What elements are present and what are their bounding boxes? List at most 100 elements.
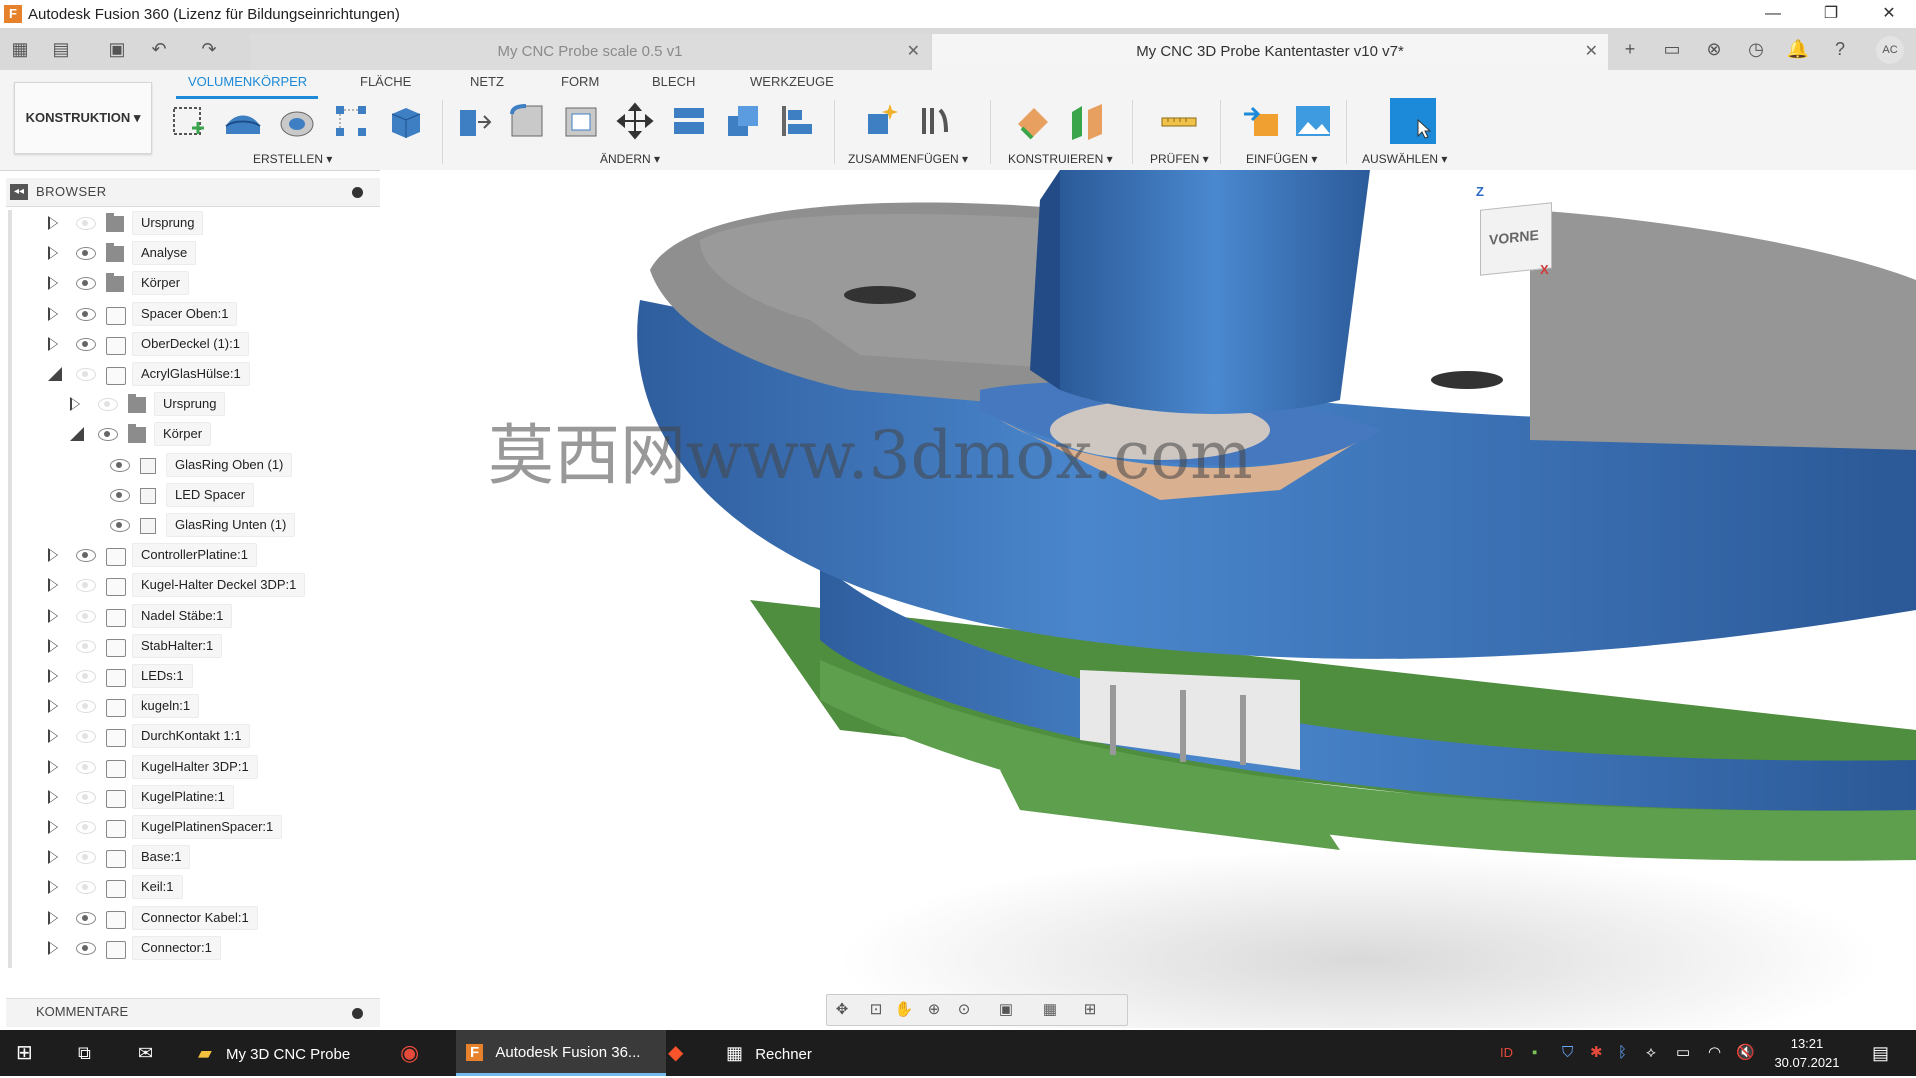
visibility-eye-icon[interactable]	[110, 519, 130, 532]
tree-item[interactable]: LEDs:1	[0, 663, 370, 689]
taskbar-app-explorer[interactable]: ▰ My 3D CNC Probe	[198, 1030, 398, 1076]
zoom-icon[interactable]: ⊕	[923, 1000, 945, 1020]
file-menu-icon[interactable]: ▤	[48, 36, 74, 62]
group-einfuegen[interactable]: EINFÜGEN ▾	[1246, 152, 1317, 166]
tray-brave-icon[interactable]: ✱	[1590, 1030, 1603, 1076]
expand-arrow-icon[interactable]	[48, 276, 58, 290]
look-at-icon[interactable]: ⊡	[865, 1000, 887, 1020]
notifications-icon[interactable]: 🔔	[1784, 36, 1812, 62]
tree-item[interactable]: Analyse	[0, 240, 370, 266]
document-tab-inactive[interactable]: My CNC Probe scale 0.5 v1 ✕	[250, 34, 930, 70]
tab-close-icon[interactable]: ✕	[907, 34, 920, 70]
tray-shield-icon[interactable]: ⛉	[1562, 1030, 1573, 1076]
extrude-icon[interactable]	[222, 100, 264, 142]
maximize-button[interactable]: ❐	[1808, 0, 1854, 28]
visibility-eye-icon[interactable]	[76, 277, 96, 290]
tree-item[interactable]: Kugel-Halter Deckel 3DP:1	[0, 572, 370, 598]
wifi-icon[interactable]: ◠	[1708, 1030, 1721, 1076]
press-pull-icon[interactable]	[452, 100, 494, 142]
history-icon[interactable]: ◷	[1742, 36, 1770, 62]
create-sketch-icon[interactable]	[168, 100, 210, 142]
expand-arrow-icon[interactable]	[48, 307, 58, 321]
visibility-eye-icon[interactable]	[76, 700, 96, 713]
visibility-eye-icon[interactable]	[76, 247, 96, 260]
visibility-eye-icon[interactable]	[76, 730, 96, 743]
expand-arrow-icon[interactable]	[48, 578, 58, 592]
tree-item[interactable]: Connector:1	[0, 935, 370, 961]
tree-item[interactable]: Körper	[0, 270, 370, 296]
tree-item[interactable]: kugeln:1	[0, 693, 370, 719]
bluetooth-icon[interactable]: ᛒ	[1618, 1030, 1627, 1076]
expand-arrow-icon[interactable]	[48, 337, 58, 351]
tree-item[interactable]: LED Spacer	[0, 482, 370, 508]
workspace-switcher[interactable]: KONSTRUKTION ▾	[14, 82, 152, 154]
taskbar-app-fusion[interactable]: F Autodesk Fusion 36...	[456, 1030, 666, 1076]
align-icon[interactable]	[776, 100, 818, 142]
undo-icon[interactable]: ↶	[146, 36, 172, 62]
group-konstruieren[interactable]: KONSTRUIEREN ▾	[1008, 152, 1113, 166]
visibility-eye-icon[interactable]	[76, 942, 96, 955]
job-status-icon[interactable]: ▭	[1658, 36, 1686, 62]
expand-arrow-icon[interactable]	[48, 699, 58, 713]
revolve-icon[interactable]	[276, 100, 318, 142]
tree-item[interactable]: StabHalter:1	[0, 633, 370, 659]
document-tab-active[interactable]: My CNC 3D Probe Kantentaster v10 v7* ✕	[932, 34, 1608, 70]
3d-viewport[interactable]: 莫西网www.3dmox.com VORNE Z X	[380, 170, 1916, 1028]
joint-icon[interactable]	[914, 100, 956, 142]
group-aendern[interactable]: ÄNDERN ▾	[600, 152, 660, 166]
expand-arrow-icon[interactable]	[48, 941, 58, 955]
group-erstellen[interactable]: ERSTELLEN ▾	[253, 152, 332, 166]
expand-arrow-icon[interactable]	[48, 760, 58, 774]
start-icon[interactable]: ⊞	[16, 1030, 33, 1076]
insert-svg-icon[interactable]	[1240, 100, 1282, 142]
visibility-eye-icon[interactable]	[76, 579, 96, 592]
select-icon[interactable]	[1390, 98, 1436, 144]
orbit-icon[interactable]: ✥	[831, 1000, 853, 1020]
new-component-icon[interactable]	[860, 100, 902, 142]
tab-form[interactable]: FORM	[561, 74, 599, 89]
expand-arrow-icon[interactable]	[48, 911, 58, 925]
display-settings-icon[interactable]: ▣	[995, 1000, 1017, 1020]
expand-arrow-icon[interactable]	[48, 669, 58, 683]
visibility-eye-icon[interactable]	[76, 881, 96, 894]
tree-item[interactable]: Keil:1	[0, 874, 370, 900]
combine-icon[interactable]	[722, 100, 764, 142]
box-icon[interactable]	[384, 100, 426, 142]
tab-volumenkoerper[interactable]: VOLUMENKÖRPER	[188, 74, 307, 89]
visibility-eye-icon[interactable]	[76, 912, 96, 925]
battery-icon[interactable]: ▭	[1676, 1030, 1690, 1076]
pin-icon[interactable]	[352, 187, 363, 198]
visibility-eye-icon[interactable]	[76, 851, 96, 864]
tree-item[interactable]: GlasRing Oben (1)	[0, 452, 370, 478]
expand-arrow-icon[interactable]	[48, 790, 58, 804]
group-auswaehlen[interactable]: AUSWÄHLEN ▾	[1362, 152, 1447, 166]
expand-arrow-icon[interactable]	[48, 850, 58, 864]
visibility-eye-icon[interactable]	[110, 459, 130, 472]
tree-item[interactable]: DurchKontakt 1:1	[0, 723, 370, 749]
visibility-eye-icon[interactable]	[76, 791, 96, 804]
tree-item[interactable]: ControllerPlatine:1	[0, 542, 370, 568]
visibility-eye-icon[interactable]	[76, 308, 96, 321]
redo-icon[interactable]: ↷	[196, 36, 222, 62]
tree-item[interactable]: Ursprung	[0, 391, 370, 417]
tree-item[interactable]: AcrylGlasHülse:1	[0, 361, 370, 387]
pattern-icon[interactable]	[330, 100, 372, 142]
offset-plane-icon[interactable]	[1012, 100, 1054, 142]
expand-arrow-icon[interactable]	[48, 820, 58, 834]
save-icon[interactable]: ▣	[104, 36, 130, 62]
app-grid-icon[interactable]: ▦	[7, 36, 33, 62]
fit-icon[interactable]: ⊙	[953, 1000, 975, 1020]
extensions-icon[interactable]: ⊗	[1700, 36, 1728, 62]
taskbar-clock[interactable]: 13:21 30.07.2021	[1760, 1034, 1854, 1072]
action-center-icon[interactable]: ▤	[1872, 1030, 1889, 1076]
tree-item[interactable]: Base:1	[0, 844, 370, 870]
group-zusammenfuegen[interactable]: ZUSAMMENFÜGEN ▾	[848, 152, 968, 166]
visibility-eye-icon[interactable]	[98, 398, 118, 411]
tray-id-icon[interactable]: ID	[1500, 1030, 1513, 1076]
pan-icon[interactable]: ✋	[893, 1000, 915, 1020]
expand-arrow-icon[interactable]	[70, 397, 80, 411]
collapse-panel-icon[interactable]: ◂◂	[10, 184, 28, 200]
visibility-eye-icon[interactable]	[76, 217, 96, 230]
volume-muted-icon[interactable]: 🔇	[1736, 1030, 1755, 1076]
visibility-eye-icon[interactable]	[76, 610, 96, 623]
